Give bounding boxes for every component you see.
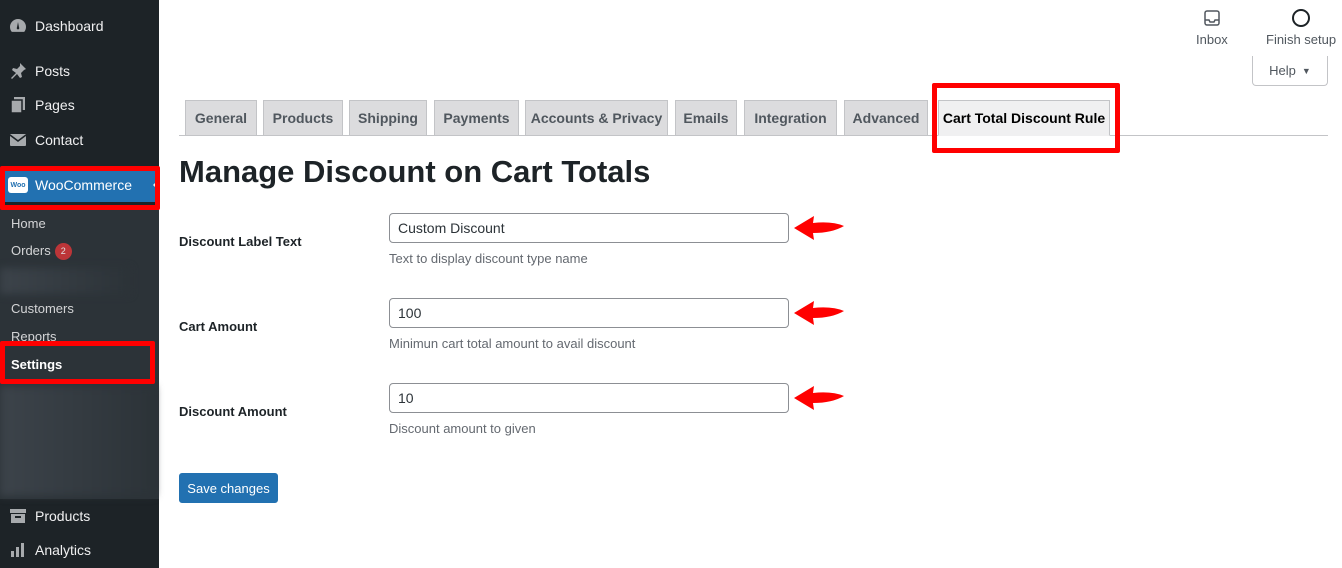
highlight-settings — [0, 341, 155, 384]
tab-label: Advanced — [852, 110, 920, 126]
tab-accounts-privacy[interactable]: Accounts & Privacy — [525, 100, 668, 136]
red-arrow-icon — [794, 301, 844, 325]
menu-products-label: Products — [35, 508, 91, 524]
finish-setup-label: Finish setup — [1266, 32, 1337, 47]
tab-label: Payments — [443, 110, 510, 126]
tab-label: Accounts & Privacy — [530, 110, 663, 126]
highlight-woocommerce — [0, 166, 160, 210]
tab-payments[interactable]: Payments — [434, 100, 519, 136]
discount-amount-description: Discount amount to given — [389, 421, 536, 436]
admin-sidebar: Dashboard Posts Pages Contact Woo WooCom… — [0, 0, 159, 568]
tab-integration[interactable]: Integration — [744, 100, 837, 136]
pin-icon — [8, 61, 28, 81]
blurred-menu-items — [0, 386, 155, 496]
discount-label-text-description: Text to display discount type name — [389, 251, 588, 266]
archive-icon — [8, 506, 28, 526]
settings-tabs: General Products Shipping Payments Accou… — [179, 100, 1328, 136]
tab-advanced[interactable]: Advanced — [844, 100, 928, 136]
tab-label: Emails — [683, 110, 729, 126]
progress-circle-icon — [1291, 8, 1311, 28]
menu-contact-label: Contact — [35, 132, 84, 148]
tab-general[interactable]: General — [185, 100, 257, 136]
discount-label-text-input[interactable] — [389, 213, 789, 243]
menu-posts[interactable]: Posts — [0, 54, 159, 88]
submenu-orders[interactable]: Orders 2 — [11, 243, 72, 260]
tab-label: General — [194, 110, 248, 126]
orders-count-badge: 2 — [54, 243, 72, 260]
inbox-icon — [1202, 8, 1222, 28]
menu-contact[interactable]: Contact — [0, 123, 159, 157]
cart-amount-label: Cart Amount — [179, 319, 258, 334]
submenu-customers-label: Customers — [11, 301, 74, 316]
dashboard-icon — [8, 16, 28, 36]
highlight-active-tab — [932, 83, 1120, 153]
finish-setup-button[interactable]: Finish setup — [1266, 8, 1336, 47]
save-changes-button[interactable]: Save changes — [179, 473, 278, 503]
submenu-customers[interactable]: Customers — [11, 301, 74, 316]
tab-label: Integration — [754, 110, 827, 126]
submenu-orders-label: Orders — [11, 243, 51, 258]
discount-amount-label: Discount Amount — [179, 404, 287, 419]
tab-emails[interactable]: Emails — [675, 100, 737, 136]
inbox-label: Inbox — [1196, 32, 1228, 47]
pages-icon — [8, 95, 28, 115]
menu-products[interactable]: Products — [0, 499, 159, 533]
cart-amount-input[interactable] — [389, 298, 789, 328]
tab-products[interactable]: Products — [263, 100, 343, 136]
dropdown-arrow-icon: ▼ — [1301, 65, 1311, 76]
help-label: Help — [1269, 63, 1296, 78]
menu-pages-label: Pages — [35, 97, 75, 113]
menu-analytics-label: Analytics — [35, 542, 92, 558]
menu-dashboard[interactable]: Dashboard — [0, 9, 159, 43]
tab-label: Products — [272, 110, 334, 126]
discount-amount-input[interactable] — [389, 383, 789, 413]
page-title: Manage Discount on Cart Totals — [179, 154, 651, 189]
bar-chart-icon — [8, 540, 28, 560]
blurred-menu-item — [0, 268, 130, 294]
menu-posts-label: Posts — [35, 63, 71, 79]
mail-icon — [8, 130, 28, 150]
submenu-home-label: Home — [11, 216, 46, 231]
inbox-button[interactable]: Inbox — [1196, 8, 1228, 47]
menu-pages[interactable]: Pages — [0, 88, 159, 122]
menu-dashboard-label: Dashboard — [35, 18, 104, 34]
tab-shipping[interactable]: Shipping — [349, 100, 427, 136]
cart-amount-description: Minimun cart total amount to avail disco… — [389, 336, 636, 351]
submenu-home[interactable]: Home — [11, 216, 46, 231]
help-button[interactable]: Help ▼ — [1252, 56, 1328, 86]
tab-label: Shipping — [358, 110, 418, 126]
red-arrow-icon — [794, 216, 844, 240]
red-arrow-icon — [794, 386, 844, 410]
menu-analytics[interactable]: Analytics — [0, 533, 159, 567]
discount-label-text-label: Discount Label Text — [179, 234, 302, 249]
